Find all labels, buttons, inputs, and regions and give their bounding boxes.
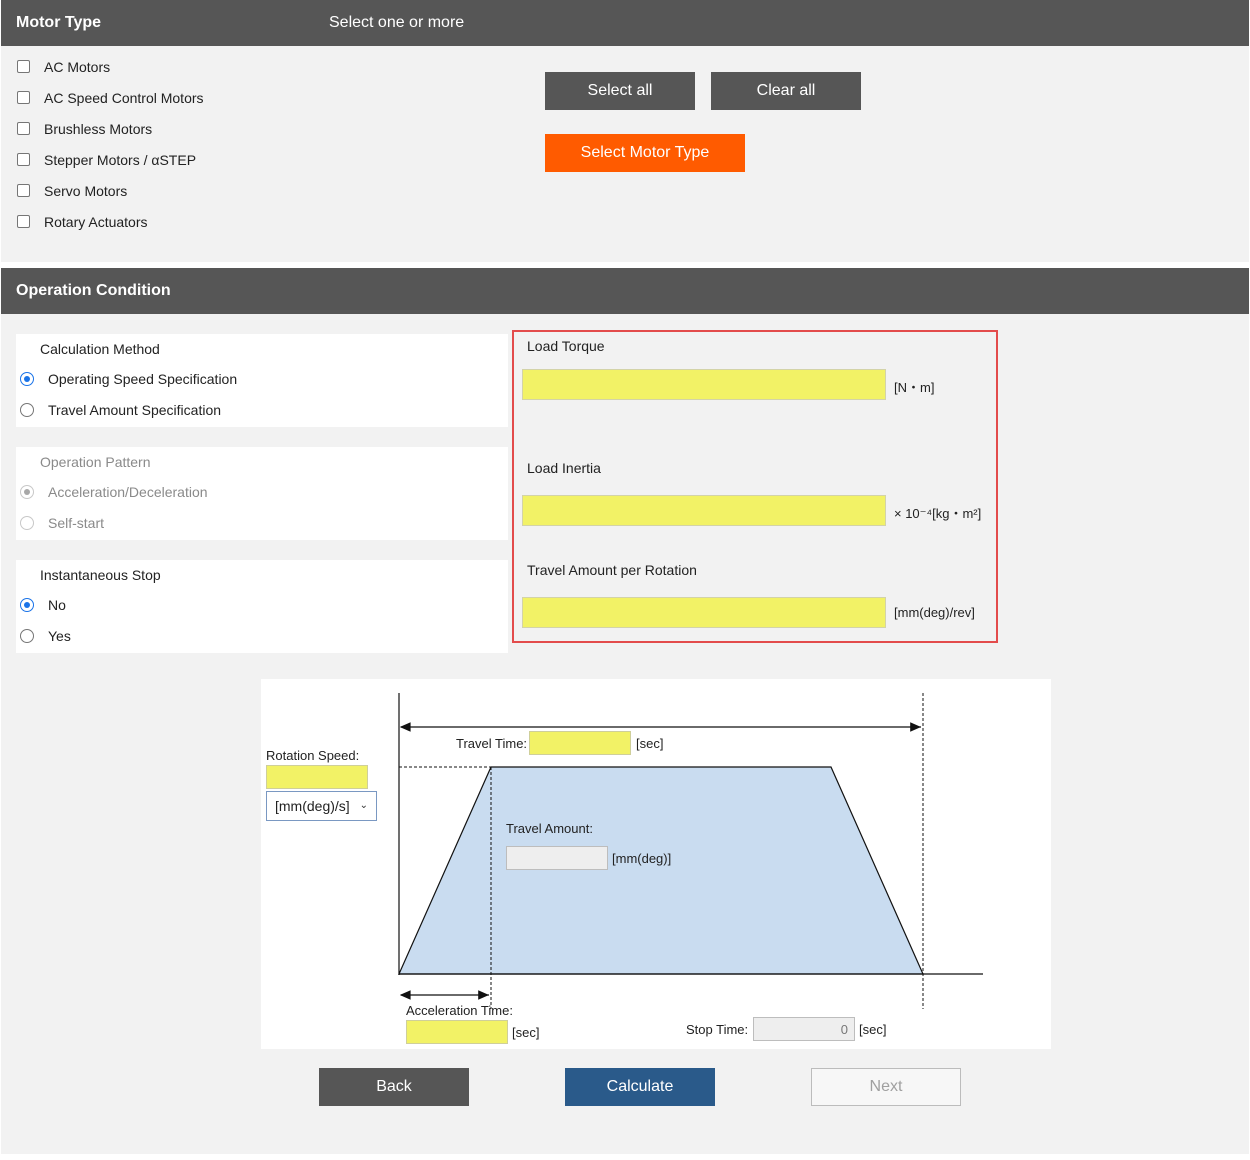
checkbox-label: Rotary Actuators: [44, 214, 148, 230]
load-torque-label: Load Torque: [527, 338, 605, 354]
travel-time-label: Travel Time:: [456, 736, 528, 751]
checkbox-brushless-motors[interactable]: Brushless Motors: [17, 118, 152, 138]
stop-time-label: Stop Time:: [686, 1022, 749, 1037]
radio-button: [20, 516, 34, 530]
checkbox-box[interactable]: [17, 59, 30, 73]
clear-all-button[interactable]: Clear all: [711, 72, 861, 110]
radio-label: No: [48, 597, 66, 613]
travel-amount-label: Travel Amount:: [506, 821, 593, 836]
travel-amount-unit: [mm(deg)]: [612, 851, 672, 866]
checkbox-label: Brushless Motors: [44, 121, 153, 137]
motor-type-panel: Motor Type Select one or more AC Motors …: [1, 0, 1249, 262]
motor-type-subtitle: Select one or more: [329, 14, 465, 31]
load-torque-input[interactable]: [522, 369, 886, 400]
checkbox-box[interactable]: [17, 90, 30, 104]
load-parameters-box: Load Torque [N・m] Load Inertia × 10⁻⁴[kg…: [512, 330, 998, 643]
checkbox-ac-speed-control-motors[interactable]: AC Speed Control Motors: [17, 87, 204, 107]
operation-condition-header: Operation Condition: [1, 268, 1249, 314]
calculate-button[interactable]: Calculate: [565, 1068, 715, 1106]
motor-type-header: Motor Type Select one or more: [1, 0, 1249, 46]
instantaneous-stop-group: Instantaneous Stop No Yes: [16, 560, 508, 653]
travel-amount-input: [506, 846, 608, 870]
load-inertia-input[interactable]: [522, 495, 886, 526]
radio-label: Acceleration/Deceleration: [48, 484, 208, 500]
checkbox-box[interactable]: [17, 152, 30, 166]
radio-label: Self-start: [48, 515, 105, 531]
radio-label: Operating Speed Specification: [48, 371, 238, 387]
travel-per-rotation-unit: [mm(deg)/rev]: [894, 605, 975, 620]
rotation-speed-unit-select[interactable]: [mm(deg)/s] ⌄: [266, 791, 377, 821]
checkbox-box[interactable]: [17, 121, 30, 135]
rotation-speed-unit-value: [mm(deg)/s]: [275, 798, 350, 814]
radio-button[interactable]: [20, 629, 34, 643]
load-inertia-unit: × 10⁻⁴[kg・m²]: [894, 506, 982, 521]
acceleration-time-input[interactable]: [406, 1020, 508, 1044]
trapezoid-profile-shape: [398, 766, 924, 975]
radio-button[interactable]: [20, 598, 34, 612]
radio-button: [20, 485, 34, 499]
checkbox-label: Servo Motors: [44, 183, 128, 199]
checkbox-stepper-motors[interactable]: Stepper Motors / αSTEP: [17, 149, 196, 169]
calculation-method-title: Calculation Method: [40, 341, 160, 357]
back-button[interactable]: Back: [319, 1068, 469, 1106]
speed-profile-diagram: Rotation Speed: [mm(deg)/s] ⌄ Travel Tim…: [261, 679, 1051, 1049]
checkbox-servo-motors[interactable]: Servo Motors: [17, 180, 127, 200]
checkbox-box[interactable]: [17, 214, 30, 228]
instantaneous-stop-title: Instantaneous Stop: [40, 567, 161, 583]
stop-time-input: [753, 1017, 855, 1041]
radio-button[interactable]: [20, 403, 34, 417]
rotation-speed-label: Rotation Speed:: [266, 748, 360, 763]
travel-time-unit: [sec]: [636, 736, 664, 751]
acceleration-time-unit: [sec]: [512, 1025, 540, 1040]
checkbox-ac-motors[interactable]: AC Motors: [17, 56, 110, 76]
travel-per-rotation-input[interactable]: [522, 597, 886, 628]
select-all-button[interactable]: Select all: [545, 72, 695, 110]
motor-type-title: Motor Type: [16, 14, 102, 31]
acceleration-time-label: Acceleration Time:: [406, 1003, 513, 1018]
operation-pattern-title: Operation Pattern: [40, 454, 151, 470]
stop-time-unit: [sec]: [859, 1022, 887, 1037]
next-button: Next: [811, 1068, 961, 1106]
radio-button[interactable]: [20, 372, 34, 386]
select-motor-type-button[interactable]: Select Motor Type: [545, 134, 745, 172]
calculation-method-group: Calculation Method Operating Speed Speci…: [16, 334, 508, 427]
checkbox-label: AC Motors: [44, 59, 111, 75]
rotation-speed-input[interactable]: [266, 765, 368, 789]
operation-condition-title: Operation Condition: [16, 282, 171, 299]
travel-time-input[interactable]: [529, 731, 631, 755]
checkbox-label: Stepper Motors / αSTEP: [44, 152, 197, 168]
checkbox-rotary-actuators[interactable]: Rotary Actuators: [17, 211, 148, 231]
load-torque-unit: [N・m]: [894, 380, 935, 395]
travel-per-rotation-label: Travel Amount per Rotation: [527, 562, 697, 578]
radio-label: Yes: [48, 628, 71, 644]
radio-label: Travel Amount Specification: [48, 402, 222, 418]
checkbox-label: AC Speed Control Motors: [44, 90, 204, 106]
chevron-down-icon: ⌄: [359, 800, 368, 811]
checkbox-box[interactable]: [17, 183, 30, 197]
operation-pattern-group: Operation Pattern Acceleration/Decelerat…: [16, 447, 508, 540]
load-inertia-label: Load Inertia: [527, 460, 601, 476]
